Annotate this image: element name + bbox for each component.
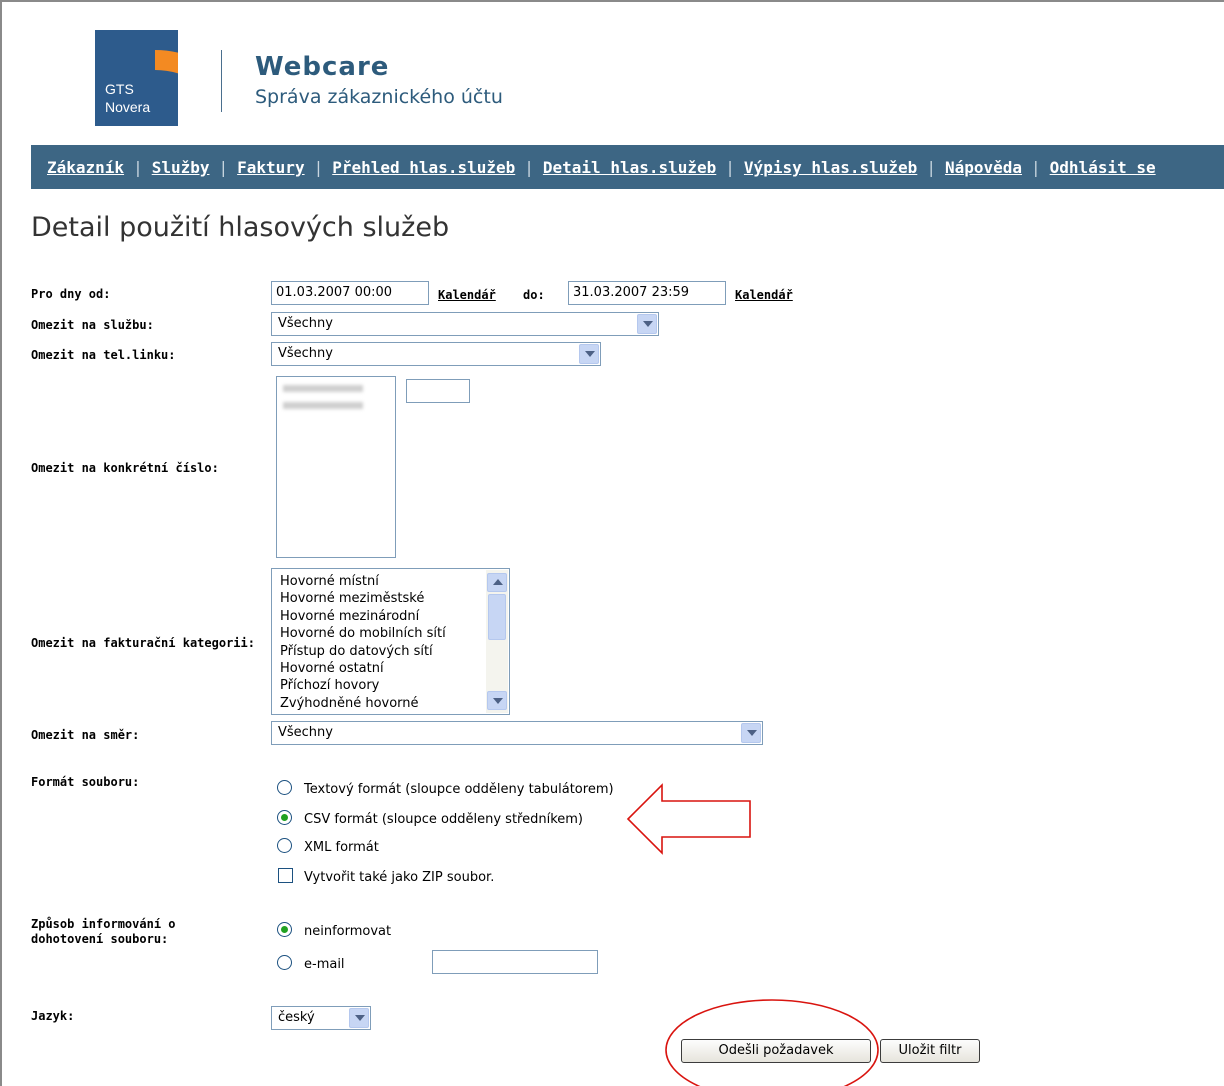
chevron-down-icon[interactable] [349, 1008, 369, 1028]
annotation-arrow-icon [626, 783, 751, 855]
nav-item-zakaznik[interactable]: Zákazník [47, 158, 124, 177]
language-label: Jazyk: [31, 1009, 75, 1023]
app-subtitle: Správa zákaznického účtu [255, 86, 503, 108]
email-field[interactable] [432, 950, 598, 974]
calendar-from-link[interactable]: Kalendář [438, 288, 496, 302]
list-item[interactable]: Zvýhodněné hovorné [280, 695, 446, 712]
list-item[interactable]: Hovorné ostatní [280, 660, 446, 677]
zip-checkbox[interactable] [278, 868, 293, 883]
main-nav: Zákazník | Služby | Faktury | Přehled hlas.slu… [31, 145, 1224, 189]
annotation-circle-icon [665, 999, 879, 1086]
date-from-input[interactable]: 01.03.2007 00:00 [271, 281, 429, 305]
language-select[interactable]: český [271, 1006, 371, 1030]
nav-item-faktury[interactable]: Faktury [237, 158, 304, 177]
line-select[interactable]: Všechny [271, 342, 601, 366]
save-filter-button[interactable]: Uložit filtr [880, 1039, 980, 1063]
notify-label-line1: Způsob informování o [31, 917, 176, 931]
page-title: Detail použití hlasových služeb [31, 212, 450, 243]
notify-radio-email[interactable] [277, 955, 292, 970]
header-divider [221, 50, 222, 112]
direction-select[interactable]: Všechny [271, 721, 763, 745]
format-radio-csv[interactable] [277, 810, 292, 825]
redacted-number[interactable] [283, 385, 363, 392]
scrollbar-thumb[interactable] [488, 594, 506, 640]
format-radio-xml[interactable] [277, 838, 292, 853]
service-label: Omezit na službu: [31, 318, 154, 332]
nav-item-odhlasit[interactable]: Odhlásit se [1050, 158, 1156, 177]
direction-label: Omezit na směr: [31, 728, 140, 742]
logo-text-novera: Novera [105, 99, 151, 115]
calendar-to-link[interactable]: Kalendář [735, 288, 793, 302]
scrollbar[interactable] [486, 570, 508, 713]
line-select-value: Všechny [278, 346, 333, 361]
app-title: Webcare [255, 52, 390, 82]
list-item[interactable]: Hovorné místní [280, 573, 446, 590]
list-item[interactable]: Hovorné meziměstské [280, 590, 446, 607]
format-option-csv-label: CSV formát (sloupce odděleny středníkem) [304, 812, 583, 827]
chevron-down-icon[interactable] [741, 723, 761, 743]
billing-category-listbox[interactable]: Hovorné místní Hovorné meziměstské Hovor… [271, 568, 510, 715]
nav-item-napoveda[interactable]: Nápověda [945, 158, 1022, 177]
number-label: Omezit na konkrétní číslo: [31, 461, 219, 475]
format-label: Formát souboru: [31, 775, 140, 789]
format-option-text-label: Textový formát (sloupce odděleny tabulát… [304, 782, 614, 797]
nav-item-detail[interactable]: Detail hlas.služeb [543, 158, 716, 177]
notify-option-email-label: e-mail [304, 957, 345, 972]
service-select[interactable]: Všechny [271, 312, 659, 336]
date-range-label: Pro dny od: [31, 287, 111, 301]
notify-label-line2: dohotovení souboru: [31, 932, 169, 946]
billing-label: Omezit na fakturační kategorii: [31, 636, 255, 650]
service-select-value: Všechny [278, 316, 333, 331]
language-select-value: český [278, 1010, 315, 1025]
notify-radio-none[interactable] [277, 922, 292, 937]
gts-novera-logo: GTS Novera [95, 30, 178, 126]
list-item[interactable]: Příchozí hovory [280, 677, 446, 694]
nav-item-prehled[interactable]: Přehled hlas.služeb [332, 158, 515, 177]
date-to-label: do: [523, 288, 545, 302]
scroll-down-icon[interactable] [487, 691, 507, 710]
date-to-input[interactable]: 31.03.2007 23:59 [568, 281, 726, 305]
format-radio-text[interactable] [277, 780, 292, 795]
list-item[interactable]: Přístup do datových sítí [280, 643, 446, 660]
nav-item-sluzby[interactable]: Služby [152, 158, 210, 177]
redacted-number[interactable] [283, 402, 363, 409]
list-item[interactable]: Hovorné mezinárodní [280, 608, 446, 625]
chevron-down-icon[interactable] [579, 344, 599, 364]
number-filter-input[interactable] [406, 379, 470, 403]
nav-item-vypisy[interactable]: Výpisy hlas.služeb [744, 158, 917, 177]
list-item[interactable]: Hovorné do mobilních sítí [280, 625, 446, 642]
scroll-up-icon[interactable] [487, 573, 507, 592]
notify-option-none-label: neinformovat [304, 924, 392, 939]
zip-checkbox-label: Vytvořit také jako ZIP soubor. [304, 870, 495, 885]
format-option-xml-label: XML formát [304, 840, 379, 855]
logo-text-gts: GTS [105, 81, 134, 97]
direction-select-value: Všechny [278, 725, 333, 740]
number-listbox[interactable] [276, 376, 396, 558]
line-label: Omezit na tel.linku: [31, 348, 176, 362]
chevron-down-icon[interactable] [637, 314, 657, 334]
